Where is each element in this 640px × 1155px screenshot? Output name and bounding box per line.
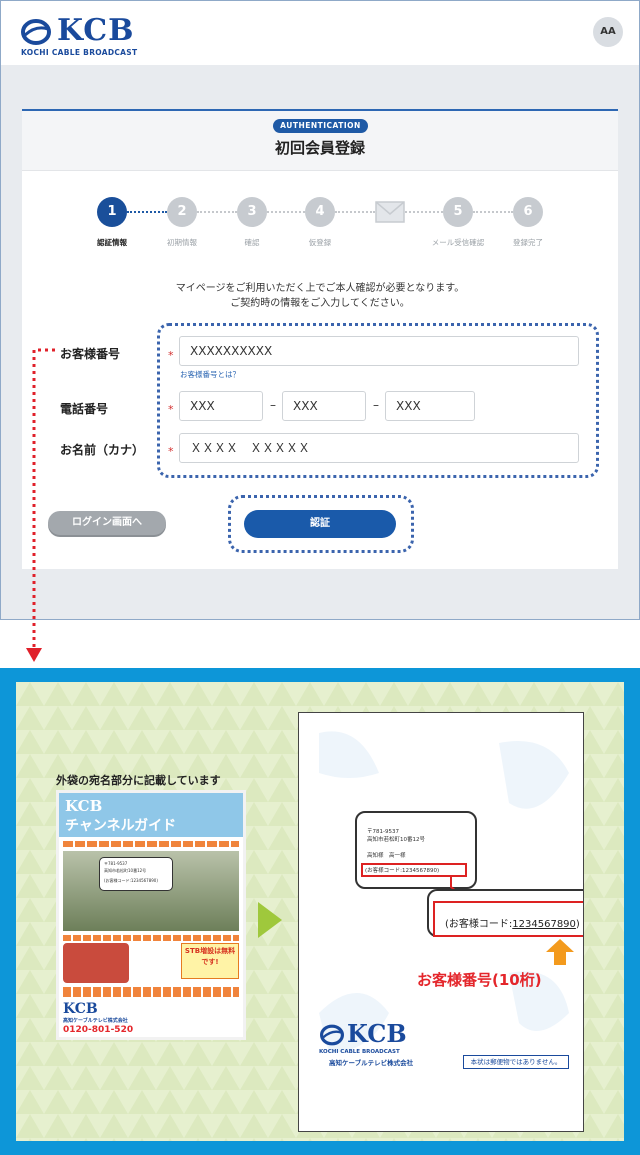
step-4: 4 <box>305 197 335 227</box>
phone-input-2[interactable]: XXX <box>282 391 366 421</box>
mailer-title: チャンネルガイド <box>65 818 177 834</box>
channel-guide-mailer: KCB チャンネルガイド 〒781-9537 高知市若松町10番12号 (お客様… <box>56 790 246 1040</box>
mailer-company: 高知ケーブルテレビ株式会社 <box>63 1018 128 1024</box>
envelope-postal: 〒781-9537 <box>367 829 399 835</box>
name-kana-label: お名前（カナ） <box>60 443 145 457</box>
customer-code-value: 1234567890 <box>512 919 576 930</box>
customer-number-input[interactable]: XXXXXXXXXX <box>179 336 579 366</box>
customer-number-help-link[interactable]: お客様番号とは？ <box>180 369 240 380</box>
card-header: AUTHENTICATION 初回会員登録 <box>22 111 618 171</box>
page-title: 初回会員登録 <box>274 139 365 157</box>
mailer-logo: KCB <box>65 797 103 815</box>
step-6: 6 <box>513 197 543 227</box>
customer-number-callout: お客様番号(10桁) <box>417 971 542 989</box>
kcb-logo-icon <box>21 19 51 45</box>
envelope-address: 高知市若松町10番12号 <box>367 837 425 843</box>
app-header: KCB KOCHI CABLE BROADCAST AA <box>1 1 639 65</box>
required-mark: * <box>168 349 174 362</box>
step-label-6: 登録完了 <box>513 238 543 247</box>
envelope-kcb-logo: KCB KOCHI CABLE BROADCAST <box>319 1019 429 1059</box>
logo-text: KCB <box>57 13 135 48</box>
intro-line-1: マイページをご利用いただく上でご本人確認が必要となります。 <box>175 283 465 294</box>
authentication-badge: AUTHENTICATION <box>273 119 368 133</box>
phone-label: 電話番号 <box>60 402 109 416</box>
phone-separator: – <box>270 398 276 412</box>
mailer-banner: STB増設は無料です! <box>181 943 239 979</box>
envelope-illustration: 〒781-9537 高知市若松町10番12号 高知様 高一様 (お客様コード:1… <box>298 712 584 1132</box>
mailer-address: 高知市若松町10番12号 <box>104 868 147 873</box>
envelope-logo-subtitle: KOCHI CABLE BROADCAST <box>319 1049 400 1055</box>
step-2: 2 <box>167 197 197 227</box>
phone-input-3[interactable]: XXX <box>385 391 475 421</box>
auth-button[interactable]: 認証 <box>244 510 396 538</box>
logo-subtitle: KOCHI CABLE BROADCAST <box>21 48 138 57</box>
envelope-logo-text: KCB <box>347 1019 407 1048</box>
font-size-button[interactable]: AA <box>593 17 623 47</box>
envelope-name: 高知様 高一様 <box>367 853 406 859</box>
mailer-food-photo <box>63 943 129 983</box>
guide-panel: 外袋の宛名部分に記載しています KCB チャンネルガイド 〒781-9537 高… <box>0 668 640 1155</box>
mailer-bottom-logo: KCB <box>63 1001 98 1017</box>
customer-number-label: お客様番号 <box>60 347 121 361</box>
mailer-stripe <box>63 987 239 997</box>
envelope-code-large: (お客様コード:1234567890) <box>445 919 580 930</box>
registration-card: AUTHENTICATION 初回会員登録 1 2 3 4 5 6 認証情報 初… <box>22 109 618 569</box>
red-dotted-arrow <box>26 348 55 662</box>
step-label-5: メール受信確認 <box>431 238 485 247</box>
step-connector <box>267 211 305 213</box>
step-5: 5 <box>443 197 473 227</box>
mailer-stripe <box>63 935 239 941</box>
envelope-company: 高知ケーブルテレビ株式会社 <box>329 1059 414 1067</box>
step-label-1: 認証情報 <box>97 238 127 247</box>
step-connector <box>197 211 237 213</box>
not-postal-notice: 本状は郵便物ではありません。 <box>463 1055 569 1069</box>
envelope-code-small: (お客様コード:1234567890) <box>365 868 440 874</box>
name-kana-input[interactable]: ＸＸＸＸ ＸＸＸＸＸ <box>179 433 579 463</box>
kcb-logo[interactable]: KCB KOCHI CABLE BROADCAST <box>21 15 171 59</box>
step-1: 1 <box>97 197 127 227</box>
progress-stepper: 1 2 3 4 5 6 認証情報 初期情報 確認 仮登録 メール受信確認 登録完… <box>22 197 618 253</box>
step-label-2: 初期情報 <box>167 238 197 247</box>
mailer-stripe <box>63 841 239 847</box>
phone-separator: – <box>373 398 379 412</box>
intro-text: マイページをご利用いただく上でご本人確認が必要となります。 ご契約時の情報をご入… <box>22 281 618 311</box>
mailer-postal: 〒781-9537 <box>104 861 128 866</box>
step-connector <box>335 211 375 213</box>
step-3: 3 <box>237 197 267 227</box>
guide-inner: 外袋の宛名部分に記載しています KCB チャンネルガイド 〒781-9537 高… <box>16 682 624 1141</box>
guide-caption: 外袋の宛名部分に記載しています <box>56 774 221 787</box>
step-connector <box>405 211 443 213</box>
step-connector <box>127 211 167 213</box>
kcb-logo-icon <box>320 1024 344 1046</box>
mailer-phone: 0120-801-520 <box>63 1025 134 1035</box>
app-screenshot-frame: KCB KOCHI CABLE BROADCAST AA AUTHENTICAT… <box>0 0 640 620</box>
step-connector <box>473 211 513 213</box>
step-label-4: 仮登録 <box>308 238 332 247</box>
mailer-address-window: 〒781-9537 高知市若松町10番12号 (お客様コード:123456789… <box>99 857 173 891</box>
login-screen-button[interactable]: ログイン画面へ <box>48 511 166 535</box>
envelope-icon <box>375 201 405 223</box>
phone-input-1[interactable]: XXX <box>179 391 263 421</box>
orange-up-arrow-icon <box>546 939 574 965</box>
required-mark: * <box>168 445 174 458</box>
intro-line-2: ご契約時の情報をご入力してください。 <box>230 298 410 309</box>
required-mark: * <box>168 403 174 416</box>
green-arrow-icon <box>258 902 282 938</box>
mailer-code: (お客様コード:1234567890) <box>104 878 158 883</box>
